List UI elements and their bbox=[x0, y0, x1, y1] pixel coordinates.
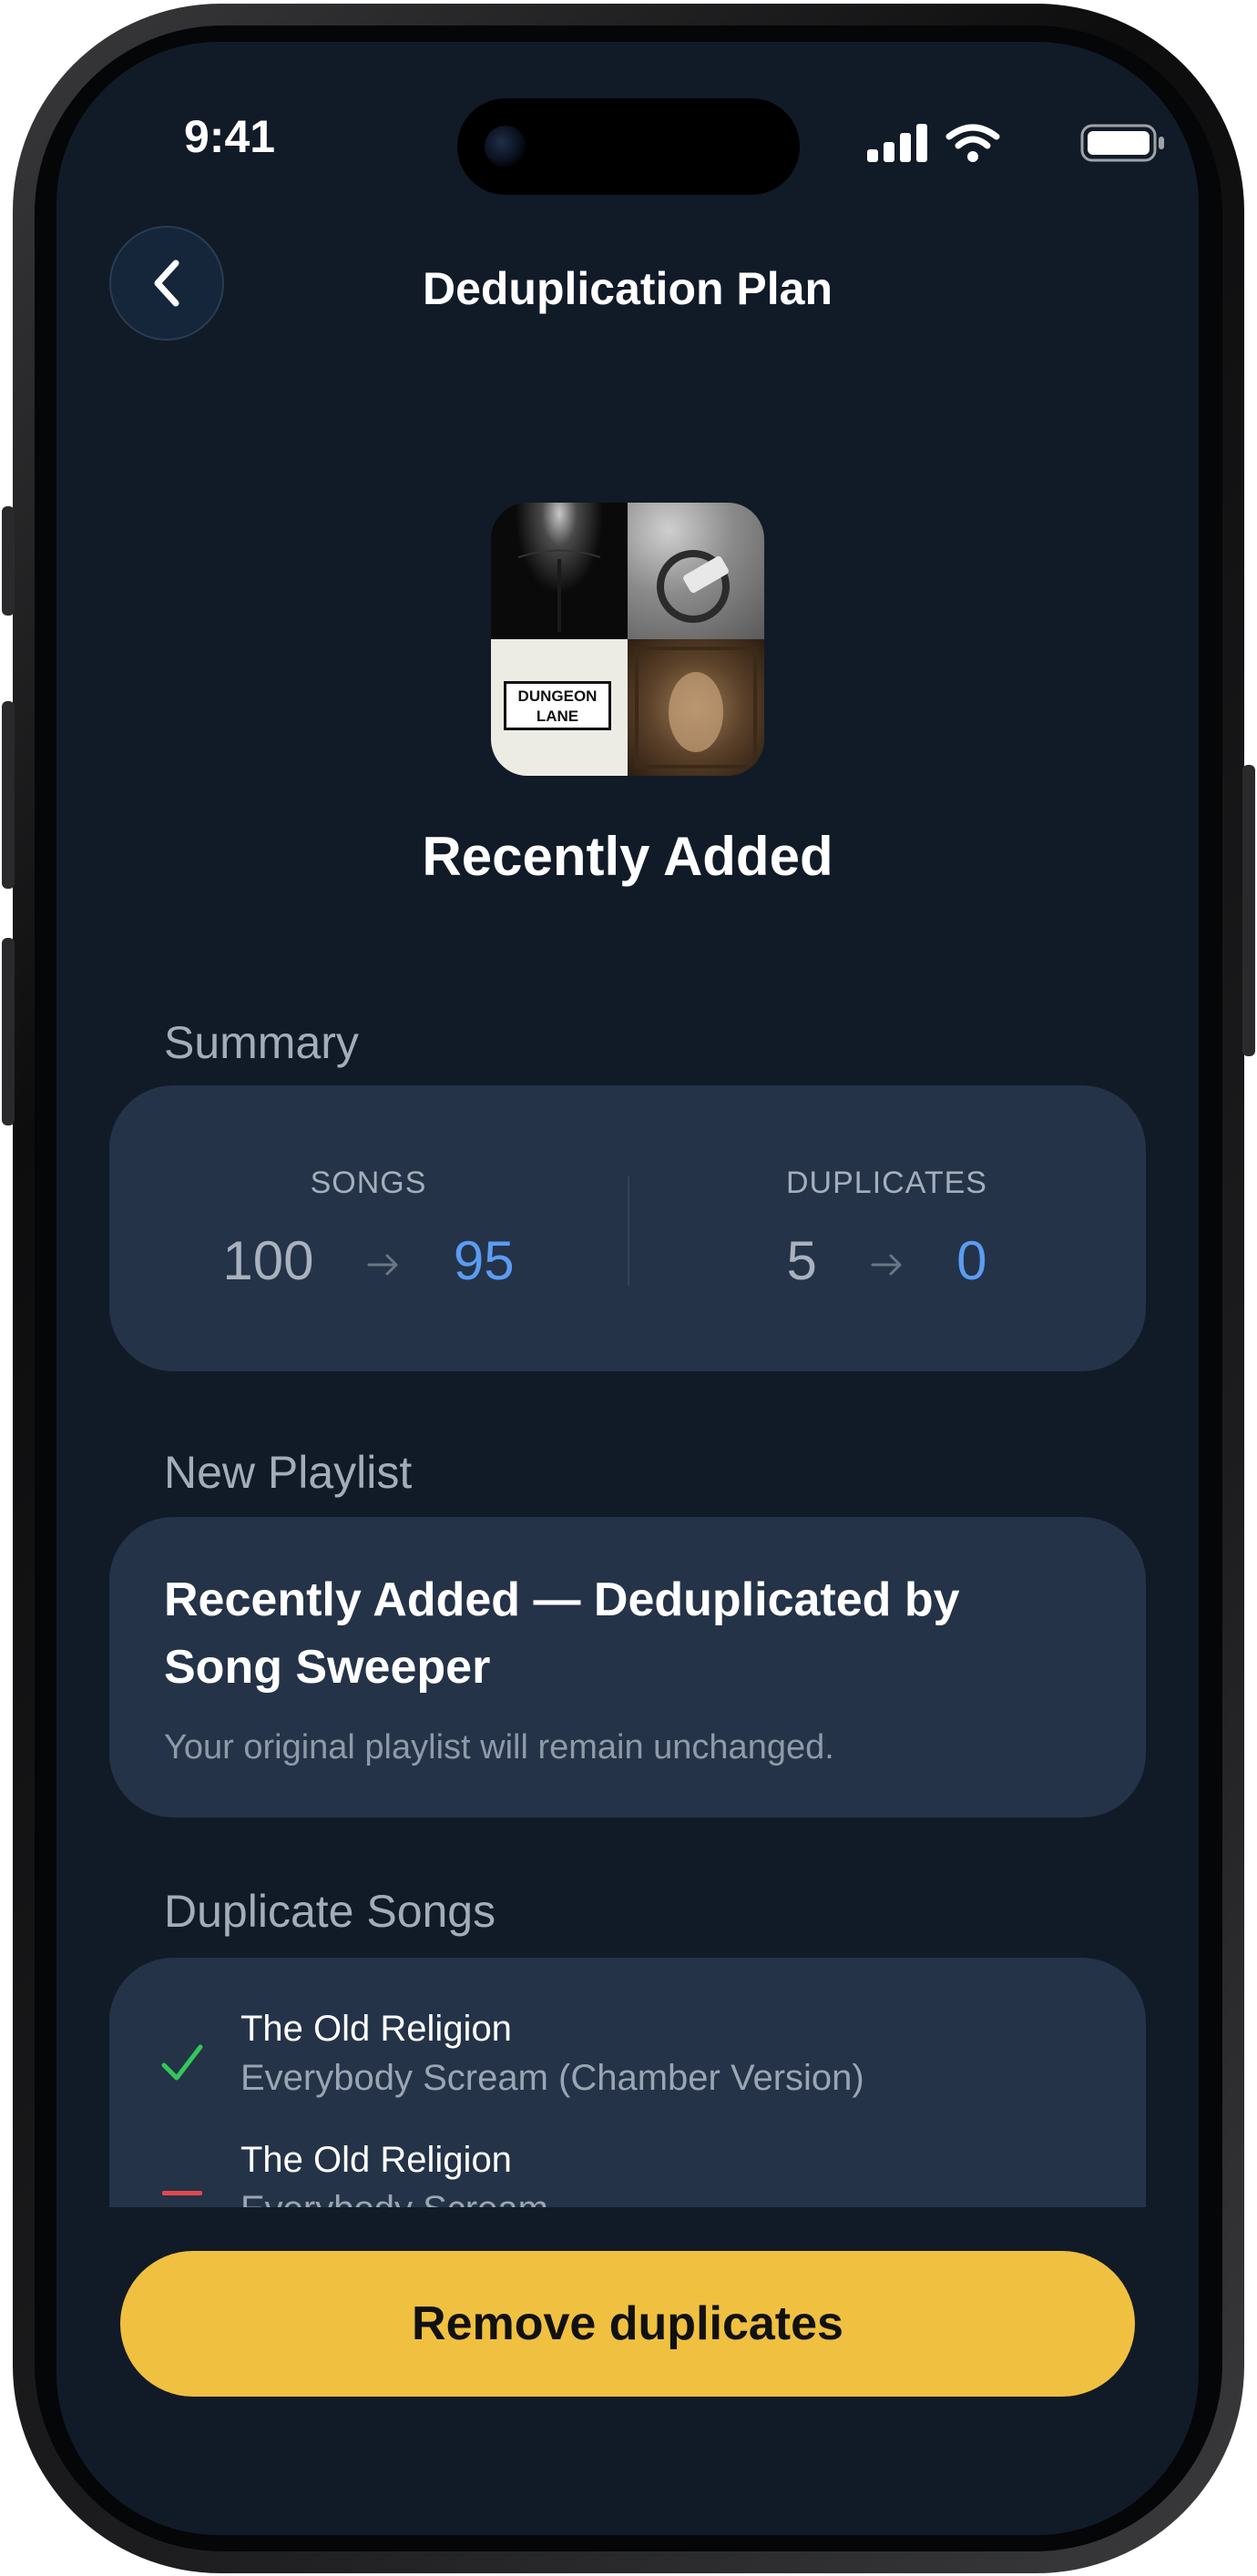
chevron-left-icon bbox=[154, 260, 179, 307]
dungeon-lane-sign: DUNGEON LANE bbox=[504, 681, 611, 730]
song-subtitle: Everybody Scream bbox=[240, 2189, 548, 2207]
back-button[interactable] bbox=[109, 226, 224, 341]
duplicate-songs-label: Duplicate Songs bbox=[164, 1886, 496, 1937]
song-title: The Old Religion bbox=[240, 2140, 512, 2180]
power-button bbox=[1242, 765, 1255, 1056]
song-subtitle: Everybody Scream (Chamber Version) bbox=[240, 2058, 864, 2098]
songs-before: 100 bbox=[222, 1230, 314, 1291]
songs-header: SONGS bbox=[310, 1166, 427, 1200]
songs-summary: SONGS 100 95 bbox=[109, 1085, 628, 1371]
duplicate-songs-list: The Old Religion Everybody Scream (Chamb… bbox=[109, 1958, 1146, 2207]
summary-label: Summary bbox=[164, 1017, 359, 1068]
status-time: 9:41 bbox=[184, 111, 276, 162]
duplicates-header: DUPLICATES bbox=[786, 1166, 987, 1200]
new-playlist-title: Recently Added — Deduplicated by Song Sw… bbox=[164, 1573, 960, 1694]
duplicates-after: 0 bbox=[956, 1230, 987, 1291]
arrow-right-icon bbox=[367, 1254, 398, 1276]
volume-up-button bbox=[2, 701, 15, 889]
remove-duplicates-button[interactable]: Remove duplicates bbox=[120, 2251, 1135, 2397]
checkmark-icon bbox=[161, 2044, 203, 2081]
arrow-right-icon bbox=[871, 1254, 901, 1276]
duplicates-summary: DUPLICATES 5 0 bbox=[628, 1085, 1146, 1371]
wifi-icon bbox=[945, 124, 1000, 162]
new-playlist-card: Recently Added — Deduplicated by Song Sw… bbox=[109, 1517, 1146, 1817]
songs-after: 95 bbox=[453, 1230, 515, 1291]
album-art-tile bbox=[628, 639, 764, 776]
dynamic-island bbox=[457, 98, 800, 195]
album-art-tile: DUNGEON LANE bbox=[491, 639, 628, 776]
new-playlist-note: Your original playlist will remain uncha… bbox=[164, 1728, 834, 1767]
album-art-tile bbox=[491, 503, 628, 639]
volume-down-button bbox=[2, 938, 15, 1125]
new-playlist-label: New Playlist bbox=[164, 1447, 413, 1498]
nav-title: Deduplication Plan bbox=[422, 263, 833, 314]
playlist-artwork: DUNGEON LANE bbox=[491, 503, 764, 776]
camera-icon bbox=[485, 126, 526, 168]
battery-icon bbox=[1080, 124, 1164, 162]
action-button bbox=[2, 506, 15, 616]
duplicates-before: 5 bbox=[786, 1230, 817, 1291]
summary-card: SONGS 100 95 DUPLICATES 5 0 bbox=[109, 1085, 1146, 1371]
album-art-tile bbox=[628, 503, 764, 639]
song-title: The Old Religion bbox=[240, 2009, 512, 2049]
playlist-title: Recently Added bbox=[422, 826, 833, 887]
signal-icon bbox=[867, 124, 927, 162]
remove-icon bbox=[162, 2191, 202, 2195]
app-screen: 9:41 Deduplication Plan DUNGEON LANE Rec… bbox=[56, 42, 1199, 2535]
